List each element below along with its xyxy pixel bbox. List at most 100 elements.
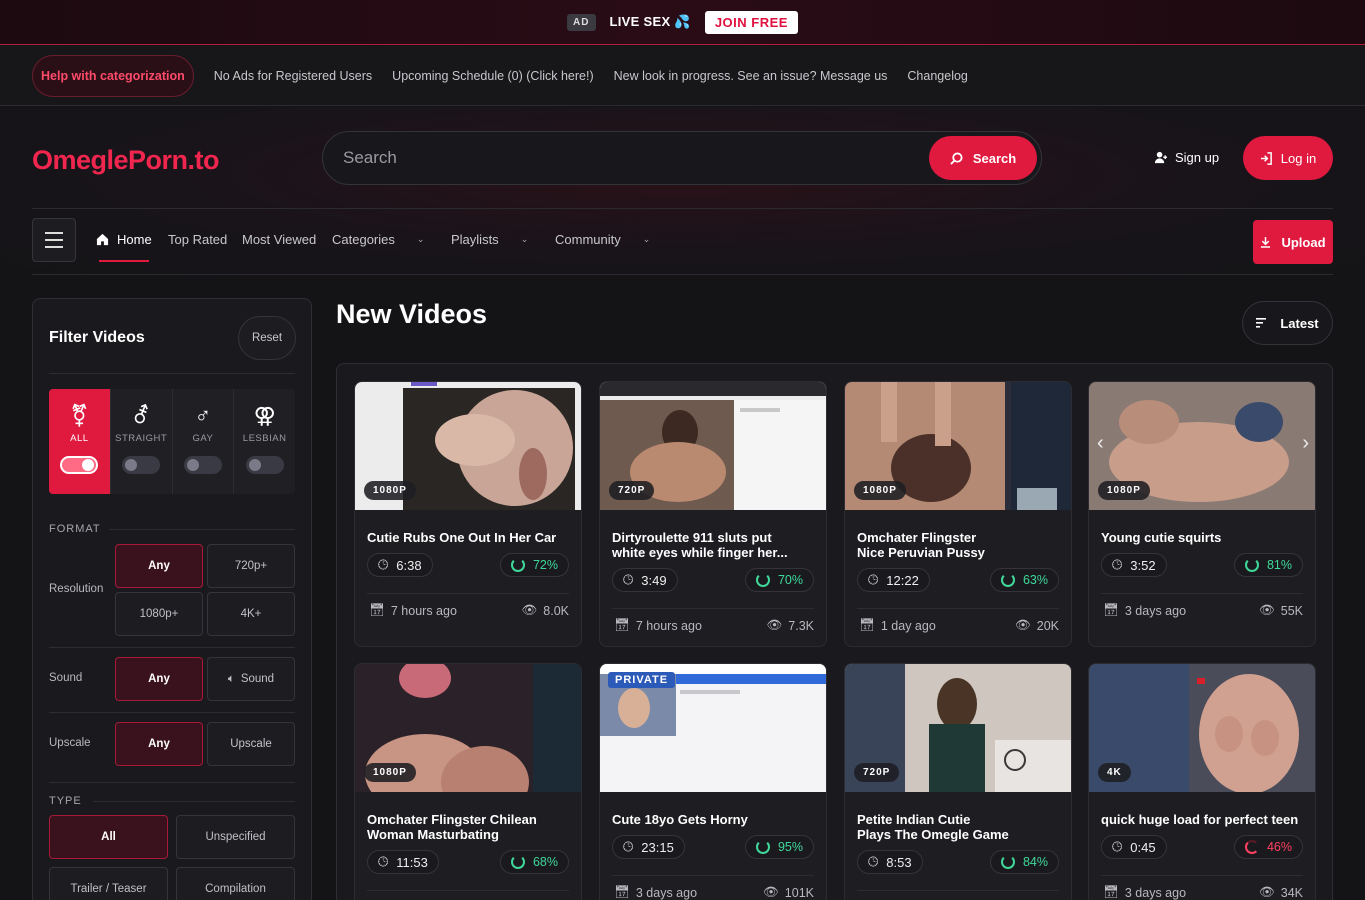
search-input[interactable] xyxy=(343,146,903,170)
no-ads-link[interactable]: No Ads for Registered Users xyxy=(214,69,372,83)
video-thumbnail[interactable]: 720P xyxy=(600,382,826,510)
upload-age-value: 3 days ago xyxy=(635,885,698,900)
video-thumbnail[interactable]: 1080P xyxy=(355,664,581,792)
video-thumbnail[interactable]: 720P xyxy=(845,664,1071,792)
view-count: 👁︎ 7.3K xyxy=(766,618,814,633)
video-title[interactable]: Cute 18yo Gets Horny xyxy=(612,812,817,827)
orientation-lesbian-toggle[interactable] xyxy=(245,456,284,474)
video-title[interactable]: Petite Indian Cutie Plays The Omegle Gam… xyxy=(857,812,1062,842)
video-title[interactable]: Young cutie squirts xyxy=(1101,530,1306,545)
resolution-720p[interactable]: 720p+ xyxy=(207,544,295,588)
video-title[interactable]: Dirtyroulette 911 sluts put white eyes w… xyxy=(612,530,817,560)
orientation-label: GAY xyxy=(192,433,214,444)
sound-on[interactable]: 🔈︎ Sound xyxy=(207,657,295,701)
prev-preview-arrow-icon[interactable]: ‹ xyxy=(1097,432,1104,455)
orientation-straight[interactable]: ⚦ STRAIGHT xyxy=(111,389,173,494)
video-card[interactable]: 1080P Omchater Flingster Chilean Woman M… xyxy=(354,663,582,900)
orientation-gay-toggle[interactable] xyxy=(183,456,222,474)
video-title[interactable]: quick huge load for perfect teen xyxy=(1101,812,1306,827)
reset-button[interactable]: Reset xyxy=(238,316,296,360)
view-count-value: 8.0K xyxy=(543,603,569,618)
upload-button[interactable]: Upload xyxy=(1253,220,1333,264)
sound-any[interactable]: Any xyxy=(115,657,203,701)
orientation-selector: ⚧ ALL ⚦ STRAIGHT ♂ GAY ⚢ LESBIAN xyxy=(49,389,295,494)
changelog-link[interactable]: Changelog xyxy=(907,69,967,83)
site-logo[interactable]: OmeglePorn.to xyxy=(32,145,220,176)
video-thumbnail[interactable]: 1080P xyxy=(845,382,1071,510)
video-title[interactable]: Omchater Flingster Chilean Woman Masturb… xyxy=(367,812,572,842)
type-all[interactable]: All xyxy=(49,815,168,859)
clock-icon: 🕒︎ xyxy=(868,854,879,869)
video-thumbnail[interactable]: PRIVATE xyxy=(600,664,826,792)
main-nav: Home Top Rated Most Viewed Categories ⌄ P… xyxy=(32,217,1333,265)
signup-link[interactable]: Sign up xyxy=(1154,150,1219,165)
view-count: 👁︎ 101K xyxy=(763,885,814,900)
orientation-gay[interactable]: ♂ GAY xyxy=(173,389,235,494)
nav-playlists[interactable]: Playlists ⌄ xyxy=(451,232,528,247)
video-card[interactable]: 1080P Cutie Rubs One Out In Her Car 🕒︎ 6:… xyxy=(354,381,582,647)
schedule-link[interactable]: Upcoming Schedule (0) (Click here!) xyxy=(392,69,593,83)
eye-icon: 👁︎ xyxy=(521,603,538,617)
resolution-any[interactable]: Any xyxy=(115,544,203,588)
rating-value: 72% xyxy=(532,558,558,572)
view-count-value: 34K xyxy=(1280,885,1303,900)
divider xyxy=(612,875,814,876)
video-thumbnail[interactable]: ‹ › 1080P xyxy=(1089,382,1315,510)
nav-community[interactable]: Community ⌄ xyxy=(555,232,650,247)
video-card[interactable]: 1080P Omchater Flingster Nice Peruvian P… xyxy=(844,381,1072,647)
resolution-1080p[interactable]: 1080p+ xyxy=(115,592,203,636)
video-title[interactable]: Omchater Flingster Nice Peruvian Pussy xyxy=(857,530,1062,560)
view-count: 👁︎ 34K xyxy=(1259,885,1303,900)
divider xyxy=(93,801,295,802)
rating-value: 70% xyxy=(777,573,803,587)
duration-value: 12:22 xyxy=(886,572,919,588)
video-card[interactable]: ‹ › 1080P Young cutie squirts 🕒︎ 3:52 81%… xyxy=(1088,381,1316,647)
video-card[interactable]: PRIVATE Cute 18yo Gets Horny 🕒︎ 23:15 95%… xyxy=(599,663,827,900)
sort-button[interactable]: Latest xyxy=(1242,301,1333,345)
orientation-all[interactable]: ⚧ ALL xyxy=(49,389,111,494)
type-compilation[interactable]: Compilation xyxy=(176,867,295,900)
video-card[interactable]: 720P Petite Indian Cutie Plays The Omegl… xyxy=(844,663,1072,900)
resolution-4k[interactable]: 4K+ xyxy=(207,592,295,636)
orientation-lesbian[interactable]: ⚢ LESBIAN xyxy=(234,389,295,494)
nav-top-rated[interactable]: Top Rated xyxy=(168,232,227,247)
next-preview-arrow-icon[interactable]: › xyxy=(1302,432,1309,455)
orientation-straight-toggle[interactable] xyxy=(122,456,161,474)
nav-community-label: Community xyxy=(555,232,621,247)
hamburger-menu-button[interactable] xyxy=(32,218,76,262)
video-card[interactable]: 720P Dirtyroulette 911 sluts put white e… xyxy=(599,381,827,647)
upload-age: 📅︎ 3 days ago xyxy=(1103,885,1186,900)
video-thumbnail[interactable]: 4K xyxy=(1089,664,1315,792)
resolution-badge: 1080P xyxy=(854,481,906,500)
upload-age-value: 1 day ago xyxy=(880,618,936,633)
upload-age-value: 3 days ago xyxy=(1124,603,1187,618)
hamburger-icon xyxy=(45,232,63,234)
search-button[interactable]: Search xyxy=(929,136,1037,180)
filter-panel: Filter Videos Reset ⚧ ALL ⚦ STRAIGHT ♂ G… xyxy=(32,298,312,900)
rating-badge: 46% xyxy=(1233,835,1303,859)
ad-banner[interactable]: AD LIVE SEX 💦 JOIN FREE xyxy=(0,0,1365,45)
new-look-link[interactable]: New look in progress. See an issue? Mess… xyxy=(614,69,888,83)
login-button[interactable]: Log in xyxy=(1243,136,1333,180)
upscale-any[interactable]: Any xyxy=(115,722,203,766)
ad-text[interactable]: LIVE SEX 💦 xyxy=(610,14,691,30)
type-trailer[interactable]: Trailer / Teaser xyxy=(49,867,168,900)
categorization-help-link[interactable]: Help with categorization xyxy=(32,54,194,97)
nav-categories[interactable]: Categories ⌄ xyxy=(332,232,424,247)
video-thumbnail[interactable]: 1080P xyxy=(355,382,581,510)
video-card[interactable]: 4K quick huge load for perfect teen 🕒︎ 0:… xyxy=(1088,663,1316,900)
video-title[interactable]: Cutie Rubs One Out In Her Car xyxy=(367,530,572,545)
rating-value: 84% xyxy=(1022,855,1048,869)
clock-icon: 🕒︎ xyxy=(623,839,634,854)
resolution-badge: 1080P xyxy=(1098,481,1150,500)
upscale-on[interactable]: Upscale xyxy=(207,722,295,766)
clock-icon: 🕒︎ xyxy=(868,572,879,587)
orientation-all-toggle[interactable] xyxy=(60,456,99,474)
type-unspecified[interactable]: Unspecified xyxy=(176,815,295,859)
nav-home[interactable]: Home xyxy=(96,232,152,247)
clock-icon: 🕒︎ xyxy=(623,572,634,587)
eye-icon: 👁︎ xyxy=(1258,603,1275,617)
nav-most-viewed[interactable]: Most Viewed xyxy=(242,232,316,247)
ad-join-button[interactable]: JOIN FREE xyxy=(704,10,798,34)
rating-badge: 68% xyxy=(499,850,569,874)
